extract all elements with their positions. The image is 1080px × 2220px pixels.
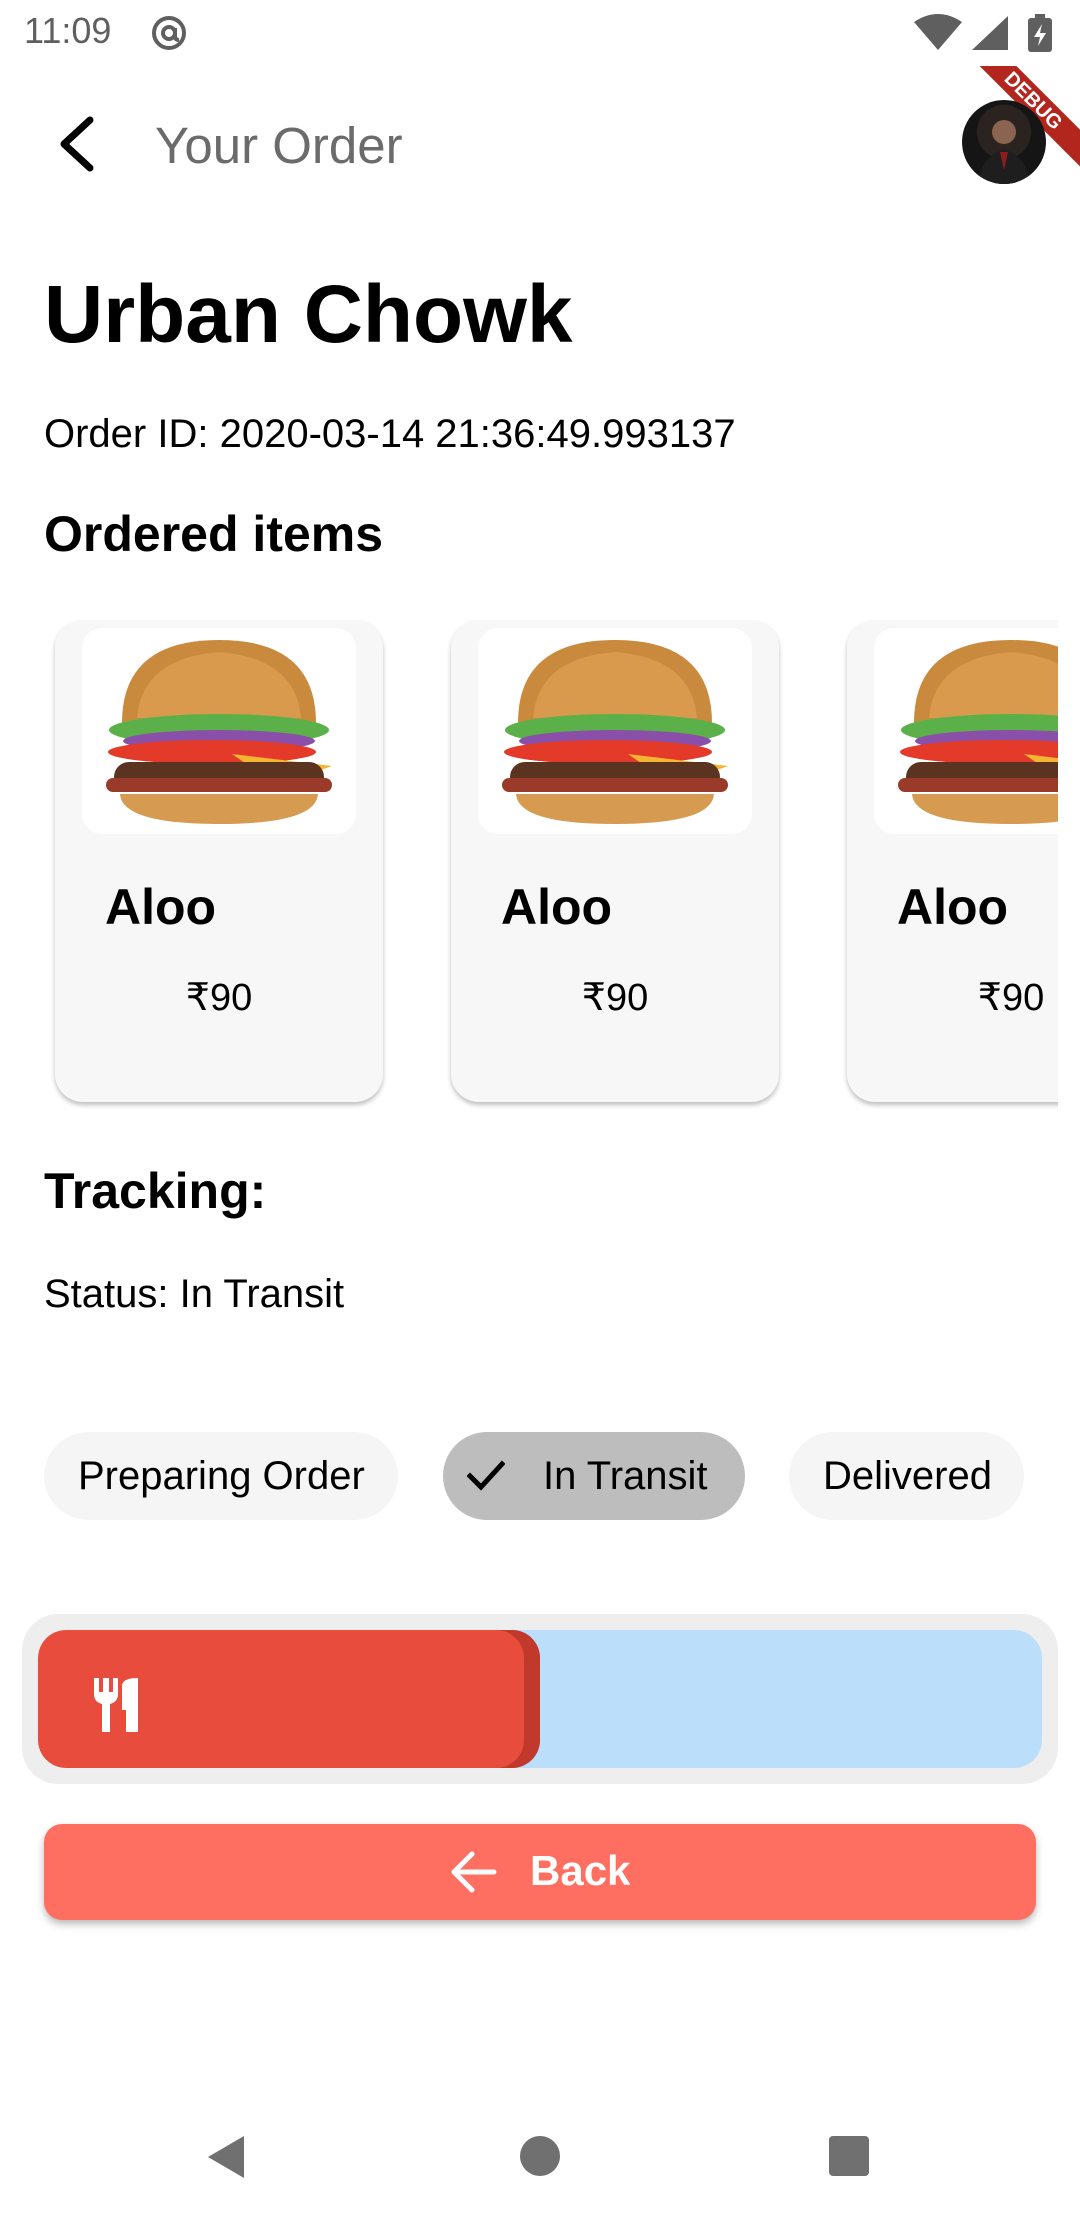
arrow-left-icon (451, 1851, 497, 1893)
status-text: Status: In Transit (44, 1272, 345, 1316)
burger-image (82, 628, 356, 834)
item-name: Aloo (501, 879, 613, 935)
check-icon (467, 1460, 505, 1491)
item-card[interactable]: Aloo ₹90 (451, 620, 779, 1102)
item-name: Aloo (897, 879, 1009, 935)
ordered-items-list[interactable]: Aloo ₹90 Aloo ₹90 Aloo ₹90 (0, 620, 1058, 1110)
avatar-person-icon (978, 120, 1030, 184)
delivery-progress-bar (22, 1614, 1058, 1784)
item-price: ₹90 (581, 977, 649, 1019)
wifi-icon (914, 14, 962, 50)
back-button[interactable]: Back (44, 1824, 1036, 1920)
restaurant-name: Urban Chowk (44, 269, 573, 360)
order-id: Order ID: 2020-03-14 21:36:49.993137 (44, 412, 736, 456)
tracking-heading: Tracking: (44, 1163, 267, 1219)
chip-label: In Transit (543, 1454, 708, 1498)
item-price: ₹90 (185, 977, 253, 1019)
nav-recents-icon[interactable] (829, 2136, 869, 2176)
battery-icon (1028, 14, 1052, 52)
burger-icon (898, 640, 1058, 824)
fork-knife-icon (94, 1678, 138, 1732)
chip-label: Delivered (823, 1454, 992, 1498)
item-name: Aloo (105, 879, 217, 935)
chip-preparing-order[interactable]: Preparing Order (44, 1432, 398, 1520)
ordered-items-heading: Ordered items (44, 506, 384, 562)
status-bar: 11:09 (0, 0, 1080, 66)
avatar[interactable] (962, 100, 1046, 184)
burger-image (478, 628, 752, 834)
at-sign-icon (152, 16, 186, 50)
item-price: ₹90 (977, 977, 1045, 1019)
system-navigation-bar (0, 2112, 1080, 2220)
back-button-label: Back (530, 1847, 631, 1894)
burger-icon (106, 640, 332, 824)
item-card[interactable]: Aloo ₹90 (847, 620, 1058, 1102)
burger-icon (502, 640, 728, 824)
progress-fill (38, 1630, 540, 1768)
item-card[interactable]: Aloo ₹90 (55, 620, 383, 1102)
nav-back-icon[interactable] (206, 2134, 246, 2180)
progress-rail (38, 1630, 1042, 1768)
chip-label: Preparing Order (78, 1454, 365, 1498)
page-title: Your Order (155, 117, 403, 174)
signal-icon (972, 16, 1008, 50)
app-bar: Your Order (0, 66, 1080, 222)
back-arrow-icon[interactable] (52, 114, 102, 174)
chip-in-transit[interactable]: In Transit (443, 1432, 745, 1520)
system-status-icons (914, 14, 1052, 52)
nav-home-icon[interactable] (520, 2136, 560, 2176)
status-time: 11:09 (24, 10, 112, 51)
burger-image (874, 628, 1058, 834)
chip-delivered[interactable]: Delivered (789, 1432, 1024, 1520)
